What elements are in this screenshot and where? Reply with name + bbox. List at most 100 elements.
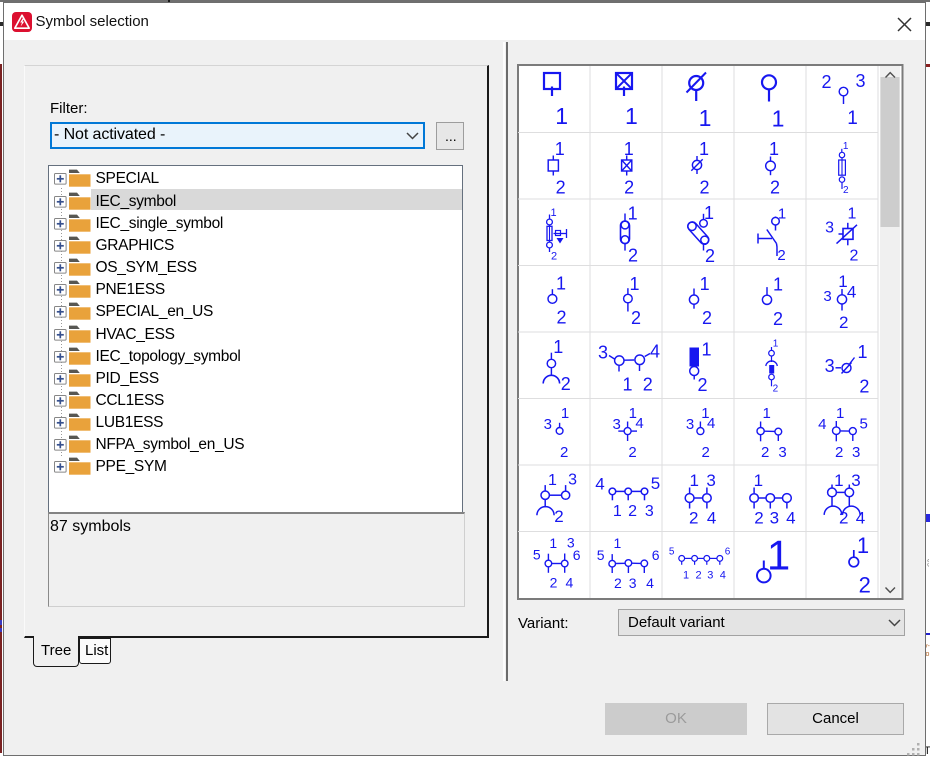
svg-text:3: 3 [686,416,694,433]
svg-text:3: 3 [629,575,637,591]
svg-text:2: 2 [561,374,571,394]
svg-text:2: 2 [628,503,637,520]
svg-text:4: 4 [650,341,660,361]
svg-text:2: 2 [777,247,785,264]
svg-text:3: 3 [544,416,552,433]
svg-text:4: 4 [566,575,574,591]
svg-text:2: 2 [773,383,779,394]
svg-text:2: 2 [556,307,566,327]
svg-text:1: 1 [754,471,763,490]
svg-text:1: 1 [628,203,638,223]
svg-text:6: 6 [725,547,731,558]
svg-text:1: 1 [555,103,568,129]
svg-text:2: 2 [835,444,843,461]
svg-text:1: 1 [561,405,569,422]
svg-text:1: 1 [700,274,710,294]
svg-text:2: 2 [761,444,769,461]
svg-text:2: 2 [702,308,712,328]
svg-text:3: 3 [645,503,654,520]
svg-text:1: 1 [699,139,709,159]
svg-text:3: 3 [825,356,835,376]
svg-text:3: 3 [706,471,715,490]
svg-text:1: 1 [773,274,783,294]
svg-text:2: 2 [614,575,622,591]
svg-text:4: 4 [856,509,865,528]
svg-text:4: 4 [707,509,716,528]
svg-text:3: 3 [778,444,786,461]
svg-text:2: 2 [689,509,698,528]
svg-text:3: 3 [852,444,860,461]
svg-text:2: 2 [821,72,831,92]
svg-text:1: 1 [847,108,858,129]
svg-text:2: 2 [628,444,636,461]
svg-text:2: 2 [705,246,715,266]
svg-text:4: 4 [595,475,604,494]
svg-text:5: 5 [533,547,541,563]
svg-text:2: 2 [859,377,869,397]
svg-text:1: 1 [689,471,698,490]
svg-text:6: 6 [573,547,581,563]
svg-text:2: 2 [556,178,566,198]
svg-text:3: 3 [823,288,831,305]
svg-text:3: 3 [707,569,713,581]
svg-text:2: 2 [560,444,568,461]
svg-text:1: 1 [699,105,712,131]
svg-text:1: 1 [843,141,849,152]
svg-text:2: 2 [702,444,710,461]
svg-text:1: 1 [857,533,869,558]
svg-text:5: 5 [651,474,660,493]
svg-text:2: 2 [773,309,783,329]
svg-text:4: 4 [847,283,856,302]
svg-text:2: 2 [770,178,780,198]
svg-text:5: 5 [597,547,605,563]
svg-text:2: 2 [628,245,638,265]
svg-text:1: 1 [551,207,557,219]
svg-text:1: 1 [683,569,689,581]
svg-text:2: 2 [695,569,701,581]
svg-text:1: 1 [834,471,843,490]
svg-text:2: 2 [839,313,848,332]
svg-text:1: 1 [614,535,622,551]
svg-text:1: 1 [553,337,563,357]
svg-text:1: 1 [773,339,779,350]
svg-text:2: 2 [754,509,763,528]
svg-text:3: 3 [851,471,860,490]
svg-text:4: 4 [635,415,643,432]
svg-text:4: 4 [646,575,654,591]
svg-text:1: 1 [555,139,565,159]
svg-text:2: 2 [859,573,871,598]
svg-text:4: 4 [786,509,795,528]
svg-text:2: 2 [551,251,557,263]
svg-text:2: 2 [643,375,653,395]
svg-text:3: 3 [855,71,865,91]
svg-text:1: 1 [549,535,557,551]
svg-text:1: 1 [613,503,622,520]
svg-text:2: 2 [631,308,641,328]
svg-text:5: 5 [860,415,868,432]
svg-text:6: 6 [652,547,660,563]
svg-text:2: 2 [550,575,558,591]
svg-text:1: 1 [836,405,844,422]
svg-text:1: 1 [772,106,785,132]
svg-text:2: 2 [699,178,709,198]
svg-text:2: 2 [843,185,849,196]
svg-text:5: 5 [669,547,675,558]
svg-text:2: 2 [554,507,563,526]
svg-text:4: 4 [707,415,715,432]
svg-text:3: 3 [598,342,608,362]
svg-text:3: 3 [613,416,621,433]
svg-text:2: 2 [624,178,634,198]
svg-text:1: 1 [848,205,857,222]
svg-text:1: 1 [624,139,634,159]
svg-text:1: 1 [622,375,632,395]
svg-text:1: 1 [556,273,566,293]
svg-text:3: 3 [568,471,577,488]
svg-text:1: 1 [857,342,867,362]
svg-text:1: 1 [629,274,639,294]
svg-text:1: 1 [701,339,711,359]
svg-text:1: 1 [763,405,771,422]
svg-text:3: 3 [825,220,834,237]
svg-text:2: 2 [697,375,707,395]
svg-text:1: 1 [548,472,557,489]
svg-text:2: 2 [850,248,859,265]
